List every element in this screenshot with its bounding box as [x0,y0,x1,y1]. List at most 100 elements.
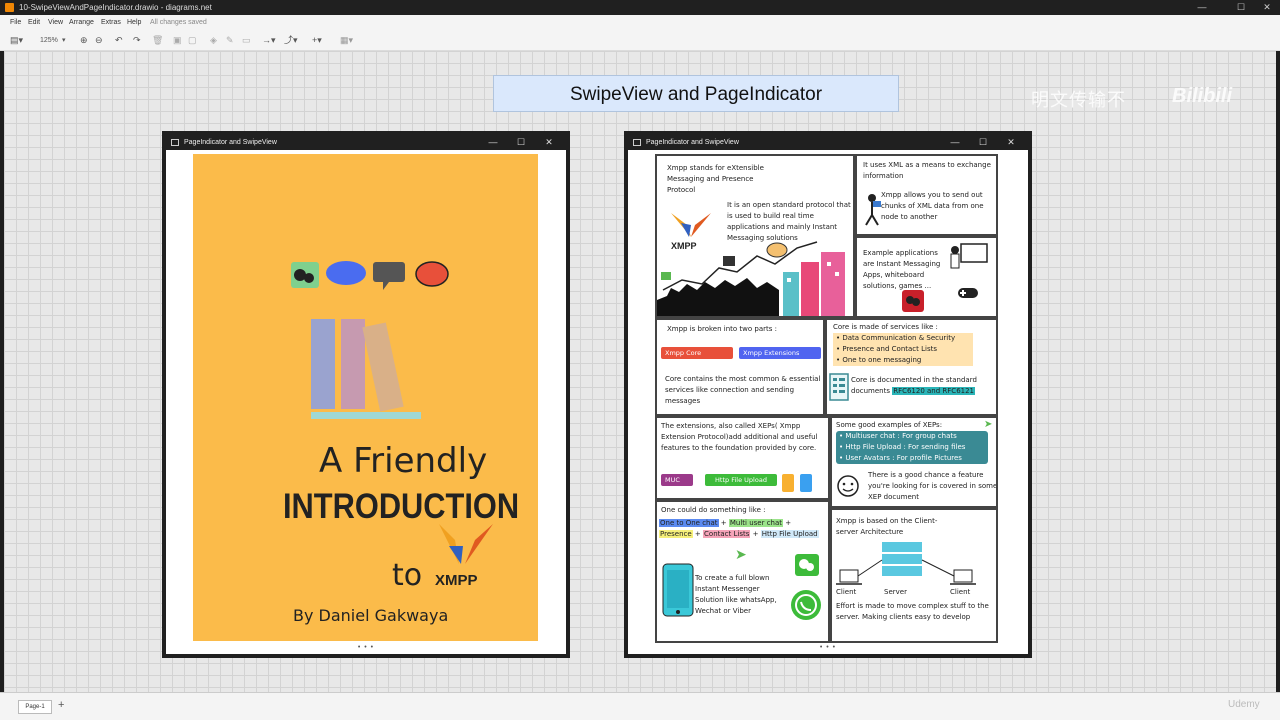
window2-maximize-icon[interactable]: ☐ [972,135,994,150]
bilibili-watermark-logo: Bilibili [1172,85,1232,107]
panel-example-apps: Example applications are Instant Messagi… [855,236,998,318]
panel-client-server: Xmpp is based on the Client-server Archi… [830,508,998,643]
window1-minimize-icon[interactable]: — [482,135,504,150]
shadow-icon[interactable]: ▭ [242,35,251,46]
window2-close-icon[interactable]: ✕ [1000,135,1022,150]
window2-minimize-icon[interactable]: — [944,135,966,150]
fill-color-icon[interactable]: ◈ [210,35,217,46]
minimize-button[interactable]: — [1190,0,1214,15]
xmpp-logo-icon [671,213,711,237]
person-with-envelope-icon [865,194,881,226]
panel-combine-body: To create a full blown Instant Messenger… [695,574,777,615]
add-page-button[interactable]: + [58,699,64,711]
core-service-item: • One to one messaging [836,356,922,364]
feature-combination: One to One chat + Multi user chat + Pres… [659,519,819,538]
panel-combine-intro: One could do something like : [661,506,766,514]
diagram-canvas[interactable]: SwipeView and PageIndicator PageIndicato… [4,51,1276,692]
diagram-header-box[interactable]: SwipeView and PageIndicator [493,75,899,112]
panel-core-doc: Core is documented in the standard docum… [851,376,977,395]
delete-icon[interactable]: 🗑 [152,35,163,46]
book-spine-1 [311,319,335,409]
window1-close-icon[interactable]: ✕ [538,135,560,150]
label-server: Server [884,588,907,596]
zoom-dropdown-icon[interactable]: ▾ [62,35,66,46]
panel-xmpp-parts: Xmpp is broken into two parts : Xmpp Cor… [655,318,825,416]
panel-xml-line2: Xmpp allows you to send out chunks of XM… [881,191,984,221]
page-indicator[interactable]: • • • [166,644,566,651]
tag-xmpp-core: Xmpp Core [661,347,733,359]
undo-icon[interactable]: ↶ [115,35,123,46]
window-app-icon [171,139,179,146]
smartphone-icon [662,563,694,617]
zoom-out-icon[interactable]: ⊖ [95,35,103,46]
tag-xmpp-extensions: Xmpp Extensions [739,347,821,359]
menu-file[interactable]: File [10,19,21,26]
video-watermark-text: 明文传输不 [1031,90,1126,110]
wechat-green-icon [795,554,819,576]
maximize-button[interactable]: ☐ [1229,0,1253,15]
panel-core-intro: Core is made of services like : [833,323,938,331]
zoom-in-icon[interactable]: ⊕ [80,35,88,46]
window1-title-bar: PageIndicator and SwipeView — ☐ ✕ [166,135,566,150]
zoom-select[interactable]: 125% [40,35,58,46]
core-services-list: • Data Communication & Security • Presen… [833,333,973,366]
close-button[interactable]: ✕ [1255,0,1279,15]
tag-muc: MUC [661,474,693,486]
to-back-icon[interactable]: ▢ [188,35,197,46]
menu-view[interactable]: View [48,19,63,26]
book-author: By Daniel Gakwaya [293,606,449,625]
book-illustration [291,261,493,564]
gamepad-icon [958,288,978,298]
tag-http-file-upload: Http File Upload [705,474,777,486]
panel-parts-intro: Xmpp is broken into two parts : [667,325,777,333]
line-color-icon[interactable]: ✎ [226,35,234,46]
panel-intro-text: Xmpp stands for eXtensible Messaging and… [667,164,764,194]
panel-xml-line1: It uses XML as a means to exchange infor… [863,161,991,180]
book-title-line2: INTRODUCTION [283,487,520,526]
panel-xmpp-intro: Xmpp stands for eXtensible Messaging and… [655,154,855,318]
menu-help[interactable]: Help [127,19,141,26]
window-book-cover[interactable]: PageIndicator and SwipeView — ☐ ✕ A Frie… [162,131,570,658]
format-panel-icon[interactable]: ▤▾ [10,35,23,46]
panel-extensions: The extensions, also called XEPs( Xmpp E… [655,416,830,500]
window1-maximize-icon[interactable]: ☐ [510,135,532,150]
udemy-watermark: Udemy [1228,699,1260,710]
book-spine-2 [341,319,365,409]
page-tab[interactable]: Page-1 [18,700,52,714]
menu-extras[interactable]: Extras [101,19,121,26]
book-title-line1: A Friendly [319,441,488,481]
tag-blue-block [800,474,812,492]
wechat-app-icon [902,290,924,312]
menu-edit[interactable]: Edit [28,19,40,26]
label-client-right: Client [950,588,971,596]
menu-arrange[interactable]: Arrange [69,19,94,26]
window-xmpp-panels[interactable]: PageIndicator and SwipeView — ☐ ✕ Xmpp s… [624,131,1032,658]
app-title: 10-SwipeViewAndPageIndicator.drawio - di… [19,3,212,12]
to-front-icon[interactable]: ▣ [173,35,182,46]
xep-examples-list: • Multiuser chat : For group chats • Htt… [836,431,988,464]
right-panel-edge [1276,51,1280,692]
whatsapp-icon [791,590,821,620]
book-shelf [311,412,421,419]
core-service-item: • Presence and Contact Lists [836,345,937,353]
panel-extensions-text: The extensions, also called XEPs( Xmpp E… [661,422,818,452]
panel-xep-note: There is a good chance a feature you're … [868,471,998,501]
menu-bar: File Edit View Arrange Extras Help All c… [0,15,1280,30]
redo-icon[interactable]: ↷ [133,35,141,46]
panel-examples-text: Example applications are Instant Messagi… [863,249,941,290]
book-title-line3: to [392,558,423,593]
panel-xep-examples: Some good examples of XEPs: ➤ • Multiuse… [830,416,998,508]
page-indicator[interactable]: • • • [628,644,1028,651]
client-server-diagram [836,542,976,585]
table-icon[interactable]: ▦▾ [340,35,353,46]
connection-icon[interactable]: →▾ [262,35,276,46]
smiley-icon [837,475,859,497]
tag-orange-block [782,474,794,492]
send-arrow-icon: ➤ [735,547,747,563]
panel-parts-body: Core contains the most common & essentia… [665,375,821,405]
insert-icon[interactable]: +▾ [312,35,322,46]
red-bubble-icon [415,261,449,287]
teacher-whiteboard-icon [950,243,988,269]
panel-cs-body: Effort is made to move complex stuff to … [836,602,989,621]
waypoints-icon[interactable]: ⤴▾ [284,35,298,46]
